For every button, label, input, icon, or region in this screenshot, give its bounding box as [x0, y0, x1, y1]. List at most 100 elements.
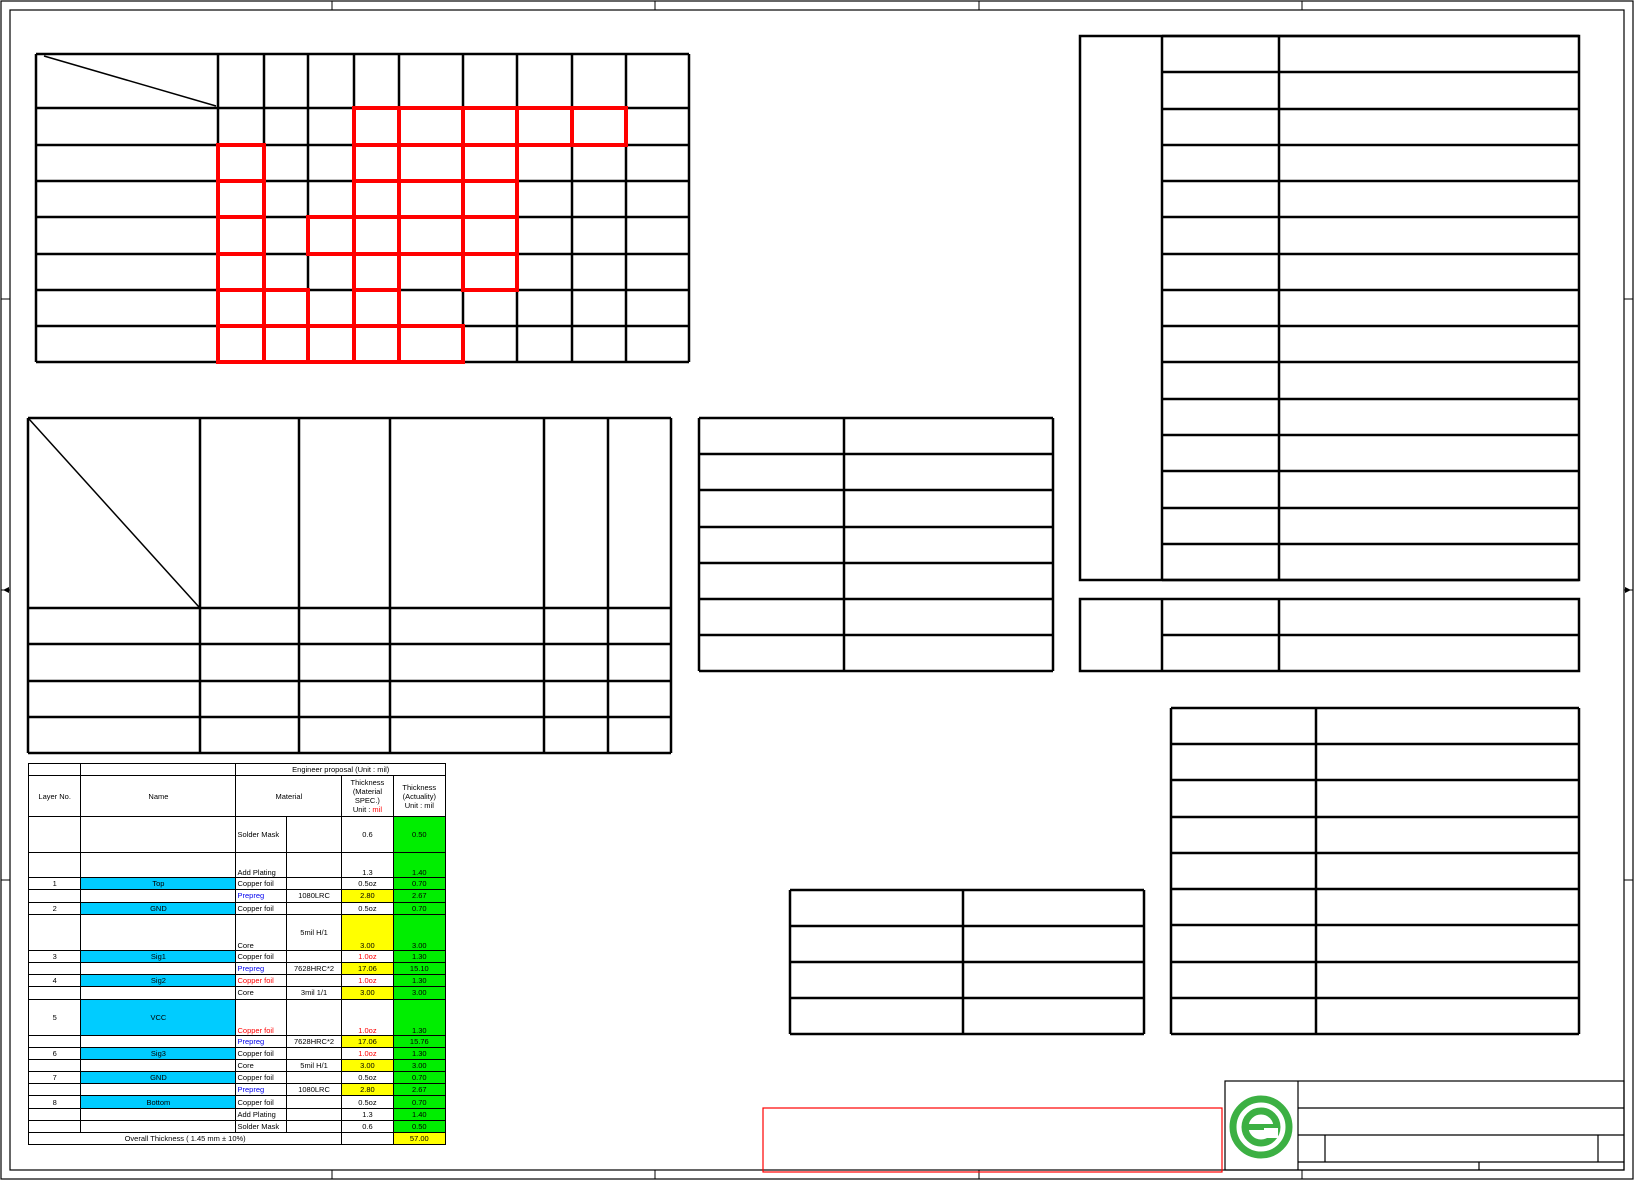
- material-spec-cell: 5mil H/1: [285, 1058, 343, 1073]
- material-cell: Copper foil: [235, 901, 287, 915]
- thickness-actual-line1: Thickness: [402, 782, 437, 792]
- stackup-row: Core 5mil H/1 3.00 3.00: [27, 1058, 447, 1073]
- layer-name-cell: [80, 1083, 237, 1097]
- highlight-box: [306, 324, 356, 364]
- stackup-header-thickness-actual: Thickness (Actuality) Unit : mil: [392, 775, 447, 818]
- material-cell: Copper foil: [235, 998, 287, 1036]
- material-spec-cell: [285, 974, 343, 988]
- layer-name-cell: Bottom: [80, 1095, 237, 1109]
- thickness-actual-cell: 1.30: [392, 1046, 447, 1060]
- highlight-box: [352, 252, 401, 292]
- material-spec-cell: 7628HRC*2: [285, 1034, 343, 1048]
- material-cell: Core: [235, 1058, 287, 1073]
- thickness-actual-cell: 0.50: [392, 816, 447, 854]
- highlight-box: [262, 324, 310, 364]
- thickness-actual-cell: 0.50: [392, 1119, 447, 1134]
- thickness-spec-cell: 0.6: [341, 816, 394, 854]
- layer-no-cell: 1: [27, 877, 82, 891]
- thickness-spec-line3: SPEC.): [354, 796, 380, 806]
- material-spec-cell: 3mil 1/1: [285, 986, 343, 1000]
- layer-name-cell: [80, 961, 237, 976]
- material-cell: Core: [235, 913, 287, 951]
- layer-name-cell: [80, 1107, 237, 1121]
- layer-no-cell: 7: [27, 1071, 82, 1085]
- thickness-actual-cell: 0.70: [392, 1071, 447, 1085]
- stackup-row: 3 Sig1 Copper foil 1.0oz 1.30: [27, 949, 447, 963]
- highlight-box: [461, 143, 519, 183]
- thickness-actual-cell: 1.30: [392, 949, 447, 963]
- highlight-box: [397, 143, 465, 183]
- thickness-spec-line1: Thickness: [350, 778, 385, 788]
- material-spec-cell: [285, 816, 343, 854]
- material-spec-cell: [285, 1119, 343, 1134]
- thickness-spec-cell: 1.3: [341, 852, 394, 879]
- overall-thickness-label: Overall Thickness ( 1.45 mm ± 10%): [27, 1131, 343, 1146]
- thickness-spec-cell: 0.5oz: [341, 1071, 394, 1085]
- highlight-box: [461, 106, 519, 147]
- layer-no-cell: [27, 961, 82, 976]
- highlight-box: [570, 106, 628, 147]
- stackup-row: 5 VCC Copper foil 1.0oz 1.30: [27, 998, 447, 1036]
- thickness-actual-cell: 2.67: [392, 889, 447, 903]
- stackup-header-group: Engineer proposal (Unit : mil): [235, 762, 446, 777]
- thickness-actual-cell: 3.00: [392, 913, 447, 951]
- highlight-box: [262, 288, 310, 328]
- stackup-row: Solder Mask 0.6 0.50: [27, 816, 447, 854]
- thickness-spec-cell: 3.00: [341, 986, 394, 1000]
- layer-no-cell: [27, 852, 82, 879]
- material-cell: Copper foil: [235, 949, 287, 963]
- layer-name-cell: Sig3: [80, 1046, 237, 1060]
- highlight-box: [515, 106, 574, 147]
- thickness-actual-cell: 1.30: [392, 974, 447, 988]
- thickness-spec-cell: 3.00: [341, 1058, 394, 1073]
- stackup-header-name: Name: [80, 775, 237, 818]
- material-spec-cell: [285, 998, 343, 1036]
- layer-no-cell: [27, 1058, 82, 1073]
- stackup-row: Solder Mask 0.6 0.50: [27, 1119, 447, 1134]
- highlight-box: [352, 215, 401, 256]
- thickness-spec-cell: 2.80: [341, 889, 394, 903]
- material-spec-cell: [285, 1107, 343, 1121]
- material-cell: Add Plating: [235, 852, 287, 879]
- thickness-spec-cell: 1.0oz: [341, 998, 394, 1036]
- material-spec-cell: [285, 1046, 343, 1060]
- highlight-box: [352, 143, 401, 183]
- material-spec-cell: 1080LRC: [285, 889, 343, 903]
- layer-no-cell: 8: [27, 1095, 82, 1109]
- thickness-spec-cell: 3.00: [341, 913, 394, 951]
- layer-name-cell: [80, 1034, 237, 1048]
- material-spec-cell: [285, 852, 343, 879]
- stackup-row: 6 Sig3 Copper foil 1.0oz 1.30: [27, 1046, 447, 1060]
- highlight-box: [397, 215, 465, 256]
- thickness-spec-cell: 0.5oz: [341, 1095, 394, 1109]
- thickness-actual-cell: 3.00: [392, 986, 447, 1000]
- highlight-box: [352, 288, 401, 328]
- stackup-table: Engineer proposal (Unit : mil) Layer No.…: [27, 762, 447, 1146]
- layer-name-cell: [80, 986, 237, 1000]
- material-spec-cell: [285, 901, 343, 915]
- thickness-spec-cell: 17.06: [341, 1034, 394, 1048]
- highlight-box: [216, 179, 266, 219]
- thickness-actual-cell: 0.70: [392, 901, 447, 915]
- layer-no-cell: [27, 889, 82, 903]
- stackup-row: Prepreg 1080LRC 2.80 2.67: [27, 889, 447, 903]
- thickness-actual-cell: 1.40: [392, 852, 447, 879]
- thickness-actual-cell: 2.67: [392, 1083, 447, 1097]
- highlight-box: [397, 106, 465, 147]
- layer-no-cell: 5: [27, 998, 82, 1036]
- layer-no-cell: [27, 1107, 82, 1121]
- highlight-box: [352, 106, 401, 147]
- material-cell: Add Plating: [235, 1107, 287, 1121]
- stackup-row: Core 5mil H/1 3.00 3.00: [27, 913, 447, 951]
- material-cell: Prepreg: [235, 1083, 287, 1097]
- stackup-header-blank: [80, 762, 237, 777]
- layer-no-cell: [27, 1034, 82, 1048]
- stackup-row: Add Plating 1.3 1.40: [27, 1107, 447, 1121]
- highlight-box: [216, 288, 266, 328]
- material-cell: Prepreg: [235, 1034, 287, 1048]
- table-d-border: [1078, 34, 1581, 582]
- thickness-spec-unit-prefix: Unit :: [352, 805, 371, 815]
- thickness-spec-cell: 17.06: [341, 961, 394, 976]
- stackup-row: 4 Sig2 Copper foil 1.0oz 1.30: [27, 974, 447, 988]
- stackup-header-material: Material: [235, 775, 343, 818]
